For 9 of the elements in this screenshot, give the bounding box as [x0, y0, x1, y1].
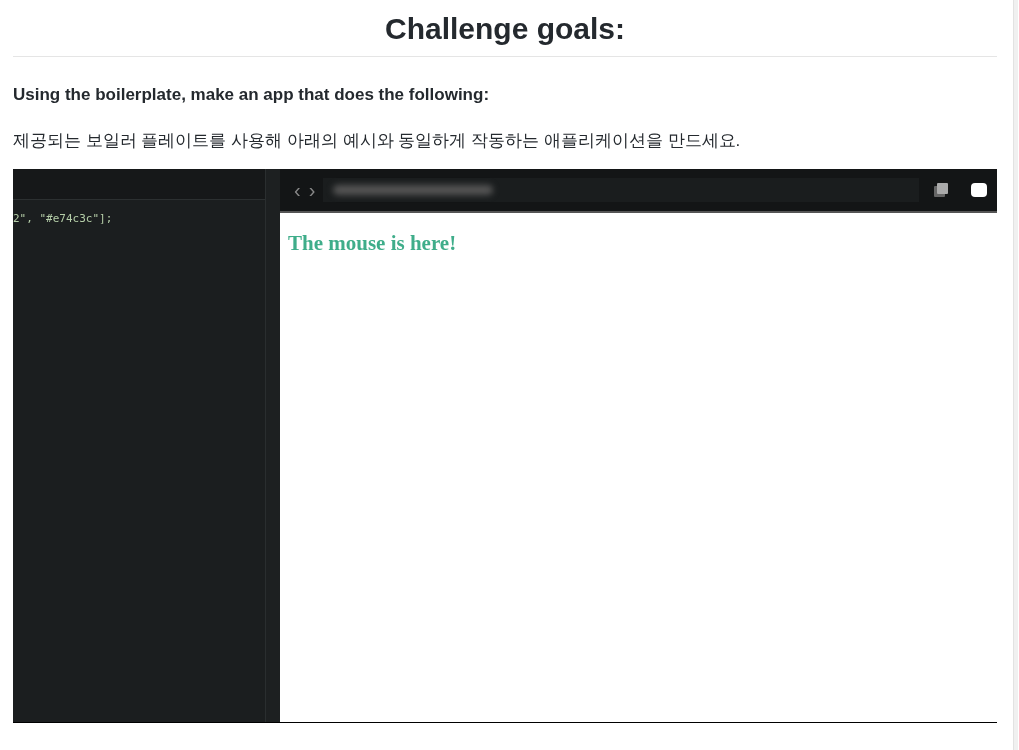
code-line: 2", "#e74c3c"]; [13, 211, 114, 225]
back-button[interactable]: ‹ [294, 180, 301, 200]
copy-icon[interactable] [933, 182, 949, 198]
forward-button[interactable]: › [308, 180, 316, 200]
instruction-text: 제공되는 보일러 플레이트를 사용해 아래의 예시와 동일하게 작동하는 애플리케이션을 만드세요. [13, 130, 742, 152]
square-button[interactable] [971, 183, 987, 197]
page-heading: Challenge goals: [13, 10, 997, 57]
output-text: The mouse is here! [288, 231, 458, 256]
instruction-text: Using the boilerplate, make an app that does the following: [13, 84, 491, 106]
